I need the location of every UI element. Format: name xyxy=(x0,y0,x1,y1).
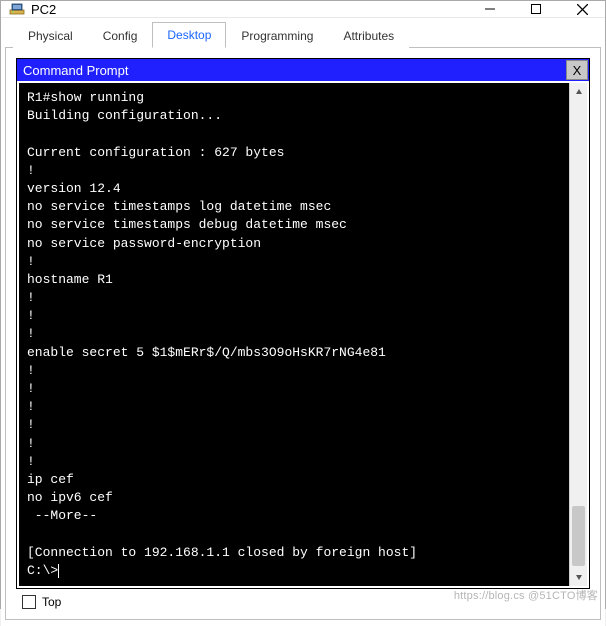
command-prompt-titlebar: Command Prompt X xyxy=(17,59,589,81)
tab-programming[interactable]: Programming xyxy=(226,23,328,48)
footer: Top xyxy=(16,589,590,609)
top-checkbox[interactable] xyxy=(22,595,36,609)
titlebar: PC2 xyxy=(1,1,605,18)
scrollbar-track[interactable] xyxy=(570,101,587,568)
scroll-up-button[interactable] xyxy=(570,83,587,101)
command-prompt-close-button[interactable]: X xyxy=(566,60,588,80)
close-button[interactable] xyxy=(559,1,605,17)
scrollbar-thumb[interactable] xyxy=(572,506,585,566)
window-controls xyxy=(467,1,605,17)
minimize-button[interactable] xyxy=(467,1,513,17)
tab-physical[interactable]: Physical xyxy=(13,23,88,48)
command-prompt-window: Command Prompt X R1#show running Buildin… xyxy=(16,58,590,589)
window-title: PC2 xyxy=(31,2,467,17)
tab-desktop[interactable]: Desktop xyxy=(152,22,226,48)
app-icon xyxy=(9,1,25,17)
window-body: Physical Config Desktop Programming Attr… xyxy=(1,18,605,626)
app-window: PC2 Physical Config Desktop Programming … xyxy=(0,0,606,609)
terminal-container: R1#show running Building configuration..… xyxy=(17,81,589,588)
terminal-scrollbar[interactable] xyxy=(569,83,587,586)
tabstrip: Physical Config Desktop Programming Attr… xyxy=(5,22,601,48)
tab-config[interactable]: Config xyxy=(88,23,153,48)
tab-attributes[interactable]: Attributes xyxy=(328,23,409,48)
maximize-button[interactable] xyxy=(513,1,559,17)
terminal[interactable]: R1#show running Building configuration..… xyxy=(19,83,569,586)
top-checkbox-label: Top xyxy=(42,595,61,609)
scroll-down-button[interactable] xyxy=(570,568,587,586)
command-prompt-title: Command Prompt xyxy=(23,63,128,78)
tab-content: Command Prompt X R1#show running Buildin… xyxy=(5,48,601,620)
